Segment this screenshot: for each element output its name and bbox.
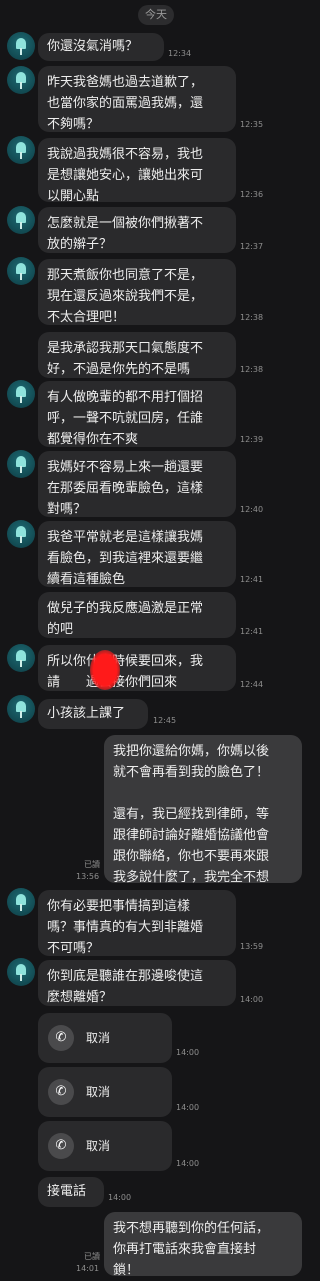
- call-label: 取消: [86, 1031, 111, 1045]
- message-time: 12:45: [153, 716, 177, 725]
- message-time: 14:01: [76, 1264, 100, 1273]
- contact-avatar[interactable]: [7, 380, 35, 408]
- contact-avatar[interactable]: [7, 958, 35, 986]
- message-time: 12:44: [240, 680, 264, 689]
- incoming-message: 那天煮飯你也同意了不是， 現在還反過來說我們不是， 不太合理吧！: [38, 259, 236, 325]
- message-time: 14:00: [176, 1159, 200, 1168]
- call-label: 取消: [86, 1085, 111, 1099]
- call-bubble[interactable]: ✆ 取消: [38, 1067, 172, 1117]
- phone-icon: ✆: [48, 1025, 74, 1051]
- contact-avatar[interactable]: [7, 695, 35, 723]
- message-time: 13:56: [76, 872, 100, 881]
- contact-avatar[interactable]: [7, 520, 35, 548]
- message-time: 14:00: [108, 1193, 132, 1202]
- contact-avatar[interactable]: [7, 257, 35, 285]
- message-time: 14:00: [240, 995, 264, 1004]
- outgoing-message: 我把你還給你媽，你媽以後 就不會再看到我的臉色了！ 還有，我已經找到律師，等 跟…: [104, 735, 302, 906]
- incoming-message: 有人做晚輩的都不用打個招 呼，一聲不吭就回房，任誰 都覺得你在不爽: [38, 381, 236, 447]
- message-time: 12:38: [240, 313, 264, 322]
- message-time: 12:40: [240, 505, 264, 514]
- incoming-message: 怎麼就是一個被你們揪著不 放的辮子？: [38, 207, 236, 253]
- outgoing-message: 我不想再聽到你的任何話， 你再打電話來我會直接封 鎖！: [104, 1212, 302, 1278]
- redaction-mark: [90, 650, 120, 690]
- message-time: 12:37: [240, 242, 264, 251]
- incoming-message: 我爸平常就老是這樣讓我媽 看臉色，到我這裡來還要繼 續看這種臉色: [38, 521, 236, 587]
- contact-avatar[interactable]: [7, 450, 35, 478]
- contact-avatar[interactable]: [7, 888, 35, 916]
- contact-avatar[interactable]: [7, 32, 35, 60]
- message-time: 14:00: [176, 1048, 200, 1057]
- phone-icon: ✆: [48, 1133, 74, 1159]
- message-time: 12:35: [240, 120, 264, 129]
- incoming-message: 你有必要把事情搞到這樣 嗎？事情真的有大到非離婚 不可嗎？: [38, 890, 236, 956]
- message-time: 14:00: [176, 1103, 200, 1112]
- phone-icon: ✆: [48, 1079, 74, 1105]
- date-separator: 今天: [138, 5, 174, 25]
- incoming-message: 小孩該上課了: [38, 699, 148, 729]
- message-time: 13:59: [240, 942, 264, 951]
- incoming-message: 我說過我媽很不容易，我也 是想讓她安心，讓她出來可 以開心點: [38, 138, 236, 204]
- incoming-message: 做兒子的我反應過激是正常 的吧: [38, 592, 236, 638]
- incoming-message: 接電話: [38, 1177, 104, 1207]
- contact-avatar[interactable]: [7, 66, 35, 94]
- call-bubble[interactable]: ✆ 取消: [38, 1013, 172, 1063]
- incoming-message: 我媽好不容易上來一趟還要 在那委屈看晚輩臉色，這樣 對嗎？: [38, 451, 236, 517]
- read-receipt: 已讀: [84, 1252, 100, 1261]
- message-time: 12:34: [168, 49, 192, 58]
- call-label: 取消: [86, 1139, 111, 1153]
- incoming-message: 昨天我爸媽也過去道歉了， 也當你家的面罵過我媽，還 不夠嗎？: [38, 66, 236, 132]
- message-time: 12:39: [240, 435, 264, 444]
- call-bubble[interactable]: ✆ 取消: [38, 1121, 172, 1171]
- message-time: 12:36: [240, 190, 264, 199]
- incoming-message: 你還沒氣消嗎？: [38, 33, 164, 61]
- contact-avatar[interactable]: [7, 206, 35, 234]
- incoming-message: 你到底是聽誰在那邊唆使這 麼想離婚？: [38, 960, 236, 1006]
- incoming-message: 是我承認我那天口氣態度不 好，不過是你先的不是嗎: [38, 332, 236, 378]
- message-time: 12:41: [240, 575, 264, 584]
- message-time: 12:41: [240, 627, 264, 636]
- message-time: 12:38: [240, 365, 264, 374]
- read-receipt: 已讀: [84, 860, 100, 869]
- incoming-message: 所以你什麼時候要回來，我 請 過去接你們回來: [38, 645, 236, 691]
- contact-avatar[interactable]: [7, 644, 35, 672]
- contact-avatar[interactable]: [7, 136, 35, 164]
